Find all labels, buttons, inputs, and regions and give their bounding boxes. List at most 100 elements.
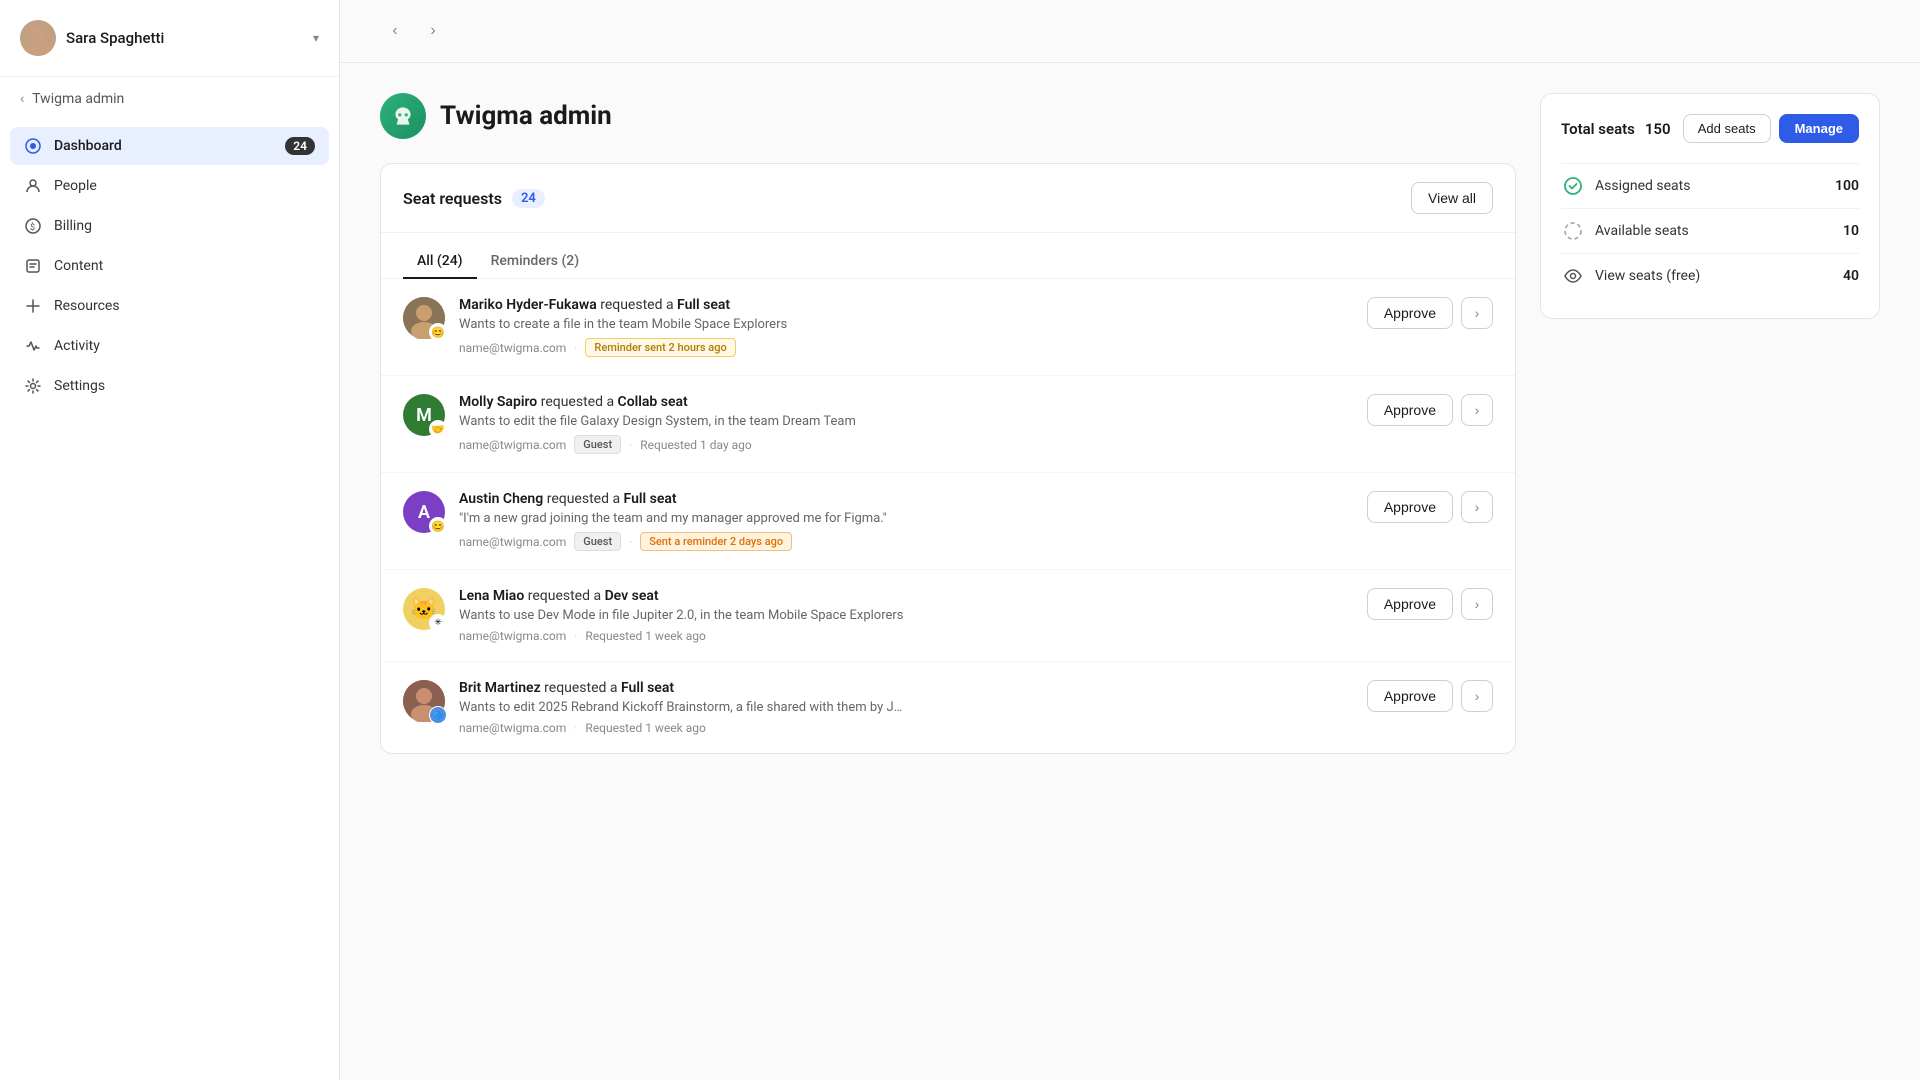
request-actions: Approve › bbox=[1367, 394, 1493, 426]
content-icon bbox=[24, 257, 42, 275]
activity-label: Activity bbox=[54, 338, 315, 354]
settings-label: Settings bbox=[54, 378, 315, 394]
chevron-left-icon: ‹ bbox=[20, 91, 24, 107]
chevron-down-icon: ▾ bbox=[313, 31, 319, 45]
request-time: Requested 1 week ago bbox=[585, 629, 705, 643]
requester-email: name@twigma.com bbox=[459, 438, 566, 452]
reminder-sent-tag: Sent a reminder 2 days ago bbox=[640, 532, 792, 551]
requester-email: name@twigma.com bbox=[459, 535, 566, 549]
dashboard-label: Dashboard bbox=[54, 138, 273, 154]
page-body: Twigma admin Seat requests 24 View all A… bbox=[340, 63, 1920, 1080]
approve-button[interactable]: Approve bbox=[1367, 394, 1453, 426]
requester-name: Brit Martinez bbox=[459, 680, 541, 696]
tab-reminders[interactable]: Reminders (2) bbox=[477, 245, 594, 279]
request-actions: Approve › bbox=[1367, 588, 1493, 620]
user-profile[interactable]: Sara Spaghetti ▾ bbox=[0, 0, 339, 77]
sidebar-item-billing[interactable]: $ Billing bbox=[10, 207, 329, 245]
billing-icon: $ bbox=[24, 217, 42, 235]
request-actions: Approve › bbox=[1367, 491, 1493, 523]
expand-button[interactable]: › bbox=[1461, 491, 1493, 523]
request-meta: name@twigma.com · Requested 1 week ago bbox=[459, 629, 1353, 643]
request-time: Requested 1 day ago bbox=[640, 438, 751, 452]
people-icon bbox=[24, 177, 42, 195]
expand-button[interactable]: › bbox=[1461, 297, 1493, 329]
sidebar: Sara Spaghetti ▾ ‹ Twigma admin Dashboar… bbox=[0, 0, 340, 1080]
manage-button[interactable]: Manage bbox=[1779, 114, 1859, 143]
avatar-wrapper: A 😊 bbox=[403, 491, 445, 533]
seats-actions: Add seats Manage bbox=[1683, 114, 1859, 143]
separator: · bbox=[574, 629, 577, 643]
request-description: Wants to use Dev Mode in file Jupiter 2.… bbox=[459, 608, 1353, 623]
back-button[interactable]: ‹ bbox=[380, 16, 410, 46]
topbar: ‹ › bbox=[340, 0, 1920, 63]
avatar-badge: 😊 bbox=[429, 323, 447, 341]
available-seats-row: Available seats 10 bbox=[1561, 208, 1859, 253]
view-seats-value: 40 bbox=[1843, 268, 1859, 284]
request-action: requested a bbox=[528, 588, 605, 604]
main-content: ‹ › Twigma admin Seat requ bbox=[340, 0, 1920, 1080]
view-all-button[interactable]: View all bbox=[1411, 182, 1493, 214]
approve-button[interactable]: Approve bbox=[1367, 680, 1453, 712]
avatar-badge: 😊 bbox=[429, 517, 447, 535]
sidebar-item-activity[interactable]: Activity bbox=[10, 327, 329, 365]
request-content: Lena Miao requested a Dev seat Wants to … bbox=[459, 588, 1353, 643]
add-seats-button[interactable]: Add seats bbox=[1683, 114, 1771, 143]
request-main: Austin Cheng requested a Full seat bbox=[459, 491, 1353, 507]
request-description: Wants to edit the file Galaxy Design Sys… bbox=[459, 414, 1353, 429]
seats-header: Total seats 150 Add seats Manage bbox=[1561, 114, 1859, 143]
reminder-tag: Reminder sent 2 hours ago bbox=[585, 338, 735, 357]
sidebar-item-content[interactable]: Content bbox=[10, 247, 329, 285]
svg-text:$: $ bbox=[30, 222, 35, 233]
assigned-seats-value: 100 bbox=[1835, 178, 1859, 194]
expand-button[interactable]: › bbox=[1461, 680, 1493, 712]
avatar-badge: 🤝 bbox=[429, 420, 447, 438]
request-content: Brit Martinez requested a Full seat Want… bbox=[459, 680, 1353, 735]
seat-requests-count: 24 bbox=[512, 189, 545, 208]
forward-button[interactable]: › bbox=[418, 16, 448, 46]
approve-button[interactable]: Approve bbox=[1367, 588, 1453, 620]
sidebar-item-settings[interactable]: Settings bbox=[10, 367, 329, 405]
request-main: Molly Sapiro requested a Collab seat bbox=[459, 394, 1353, 410]
right-panel: Total seats 150 Add seats Manage bbox=[1540, 93, 1880, 1050]
expand-button[interactable]: › bbox=[1461, 394, 1493, 426]
separator: · bbox=[629, 535, 632, 549]
seat-type: Collab seat bbox=[618, 394, 688, 410]
requester-name: Lena Miao bbox=[459, 588, 524, 604]
request-action: requested a bbox=[600, 297, 677, 313]
request-item: A 😊 Austin Cheng requested a Full seat "… bbox=[381, 473, 1515, 570]
expand-button[interactable]: › bbox=[1461, 588, 1493, 620]
avatar-wrapper: 😊 bbox=[403, 297, 445, 339]
request-item: 🐱 ✳ Lena Miao requested a Dev seat Wants… bbox=[381, 570, 1515, 662]
sidebar-item-resources[interactable]: Resources bbox=[10, 287, 329, 325]
approve-button[interactable]: Approve bbox=[1367, 297, 1453, 329]
seat-type: Dev seat bbox=[605, 588, 659, 604]
billing-label: Billing bbox=[54, 218, 315, 234]
resources-label: Resources bbox=[54, 298, 315, 314]
request-description: Wants to edit 2025 Rebrand Kickoff Brain… bbox=[459, 700, 1353, 715]
request-item: 😊 Mariko Hyder-Fukawa requested a Full s… bbox=[381, 279, 1515, 376]
check-circle-icon bbox=[1561, 174, 1585, 198]
request-meta: name@twigma.com Guest · Requested 1 day … bbox=[459, 435, 1353, 454]
requester-name: Austin Cheng bbox=[459, 491, 543, 507]
seat-requests-label: Seat requests bbox=[403, 189, 502, 208]
avatar-wrapper: 🔷 bbox=[403, 680, 445, 722]
request-action: requested a bbox=[547, 491, 624, 507]
tab-all[interactable]: All (24) bbox=[403, 245, 477, 279]
separator: · bbox=[574, 341, 577, 355]
request-main: Mariko Hyder-Fukawa requested a Full sea… bbox=[459, 297, 1353, 313]
request-content: Austin Cheng requested a Full seat "I'm … bbox=[459, 491, 1353, 551]
view-seats-label: View seats (free) bbox=[1595, 268, 1833, 284]
workspace-item[interactable]: ‹ Twigma admin bbox=[0, 77, 339, 121]
avatar-badge: 🔷 bbox=[429, 706, 447, 724]
sidebar-item-dashboard[interactable]: Dashboard 24 bbox=[10, 127, 329, 165]
separator: · bbox=[629, 438, 632, 452]
assigned-seats-row: Assigned seats 100 bbox=[1561, 163, 1859, 208]
request-meta: name@twigma.com Guest · Sent a reminder … bbox=[459, 532, 1353, 551]
card-header: Seat requests 24 View all bbox=[381, 164, 1515, 233]
sidebar-item-people[interactable]: People bbox=[10, 167, 329, 205]
guest-tag: Guest bbox=[574, 532, 621, 551]
dashboard-icon bbox=[24, 137, 42, 155]
seat-type: Full seat bbox=[621, 680, 674, 696]
approve-button[interactable]: Approve bbox=[1367, 491, 1453, 523]
card-title: Seat requests 24 bbox=[403, 189, 545, 208]
